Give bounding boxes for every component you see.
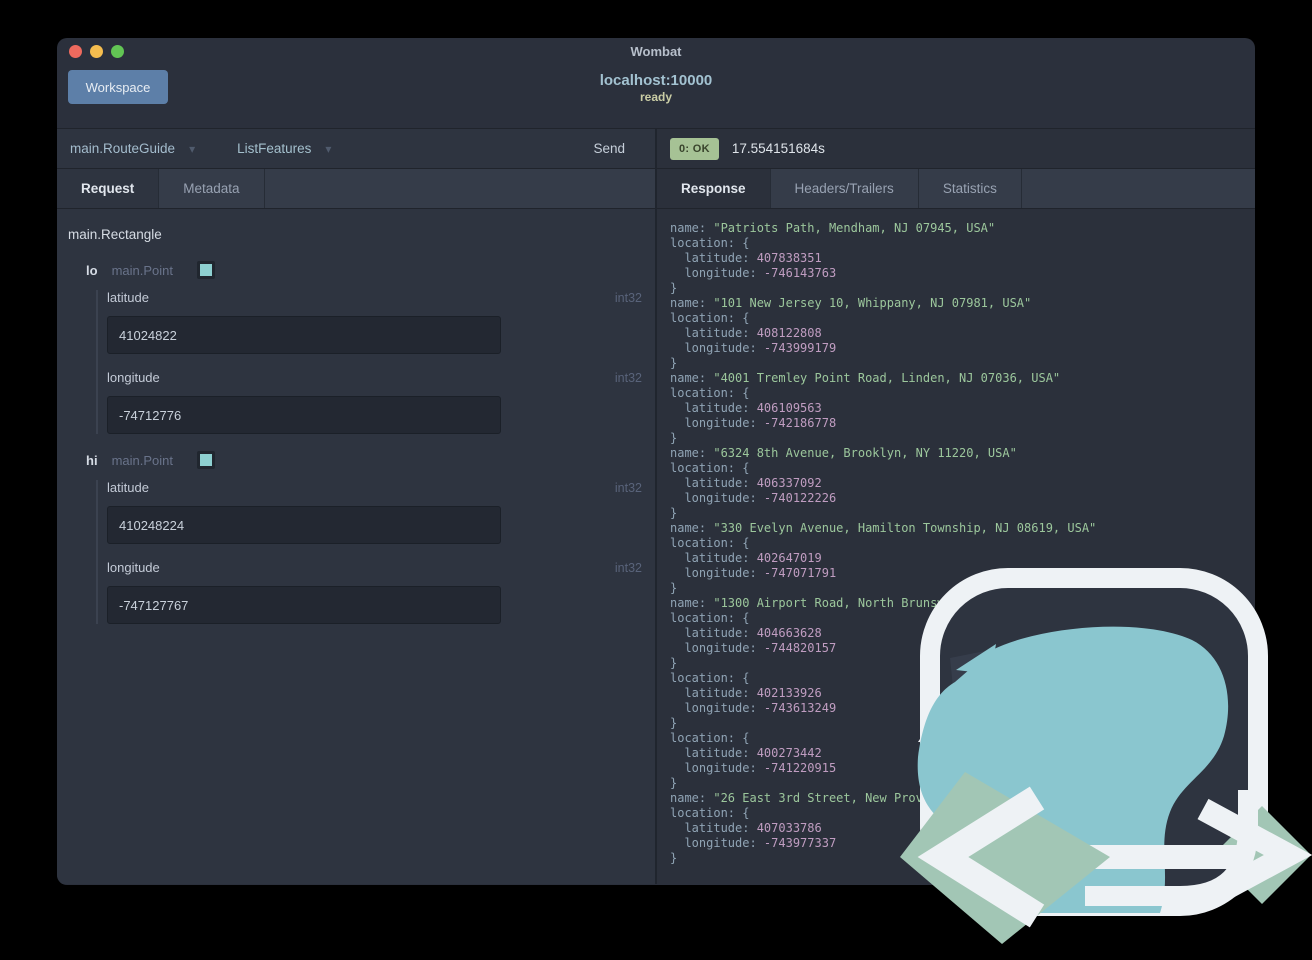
field-scalar-type: int32	[614, 291, 642, 305]
field-latitude: latitude int32	[107, 290, 642, 354]
message-type-label: main.Rectangle	[68, 227, 162, 242]
checkbox-hi[interactable]	[196, 451, 215, 469]
titlebar: Wombat	[57, 38, 1255, 66]
field-type: main.Point	[111, 452, 173, 468]
field-label: longitude	[107, 370, 160, 385]
request-toolbar: main.RouteGuide ▾ ListFeatures ▾ Send	[57, 129, 655, 169]
field-label: longitude	[107, 560, 160, 575]
field-scalar-type: int32	[614, 561, 642, 575]
field-label: latitude	[107, 480, 149, 495]
method-select[interactable]: ListFeatures	[237, 141, 311, 156]
service-select[interactable]: main.RouteGuide	[70, 141, 175, 156]
status-badge: 0: OK	[670, 137, 719, 160]
field-group-hi: hi main.Point latitude int32 410248224 l…	[68, 450, 642, 624]
latitude-input-lo[interactable]	[107, 316, 501, 354]
field-group-lo: lo main.Point latitude int32 41024822 lo…	[68, 260, 642, 434]
connection-status: localhost:10000 ready	[57, 72, 1255, 104]
response-tabbar: Response Headers/Trailers Statistics	[657, 169, 1255, 209]
chevron-down-icon[interactable]: ▾	[325, 142, 331, 156]
tab-request[interactable]: Request	[57, 169, 160, 208]
tab-headers-trailers[interactable]: Headers/Trailers	[771, 169, 919, 208]
server-address: localhost:10000	[599, 72, 713, 89]
field-latitude: latitude int32	[107, 480, 642, 544]
request-panel: main.RouteGuide ▾ ListFeatures ▾ Send Re…	[57, 129, 655, 884]
window-title: Wombat	[630, 44, 682, 59]
request-form: main.Rectangle lo main.Point latitude in…	[57, 209, 655, 640]
field-type: main.Point	[111, 262, 173, 278]
field-label: latitude	[107, 290, 149, 305]
wombat-window: Wombat Workspace localhost:10000 ready m…	[57, 38, 1255, 885]
request-tabbar: Request Metadata	[57, 169, 655, 209]
connection-state: ready	[639, 90, 673, 104]
tab-metadata[interactable]: Metadata	[159, 169, 265, 208]
field-name: lo	[86, 262, 98, 278]
response-panel: 0: OK 17.554151684s Response Headers/Tra…	[655, 129, 1255, 884]
call-duration: 17.554151684s	[731, 141, 825, 156]
app-header: Workspace localhost:10000 ready	[57, 66, 1255, 129]
field-scalar-type: int32	[614, 371, 642, 385]
latitude-input-hi[interactable]	[107, 506, 501, 544]
longitude-input-lo[interactable]	[107, 396, 501, 434]
desktop: Wombat Workspace localhost:10000 ready m…	[0, 0, 1312, 960]
tab-statistics[interactable]: Statistics	[919, 169, 1022, 208]
chevron-down-icon[interactable]: ▾	[189, 142, 195, 156]
tab-response[interactable]: Response	[657, 169, 771, 208]
field-longitude: longitude int32	[107, 370, 642, 434]
response-body[interactable]: name: "Patriots Path, Mendham, NJ 07945,…	[657, 209, 1255, 884]
field-longitude: longitude int32	[107, 560, 642, 624]
field-scalar-type: int32	[614, 481, 642, 495]
longitude-input-hi[interactable]	[107, 586, 501, 624]
field-name: hi	[86, 452, 98, 468]
send-button[interactable]: Send	[593, 141, 625, 156]
checkbox-lo[interactable]	[196, 261, 215, 279]
response-toolbar: 0: OK 17.554151684s	[657, 129, 1255, 169]
